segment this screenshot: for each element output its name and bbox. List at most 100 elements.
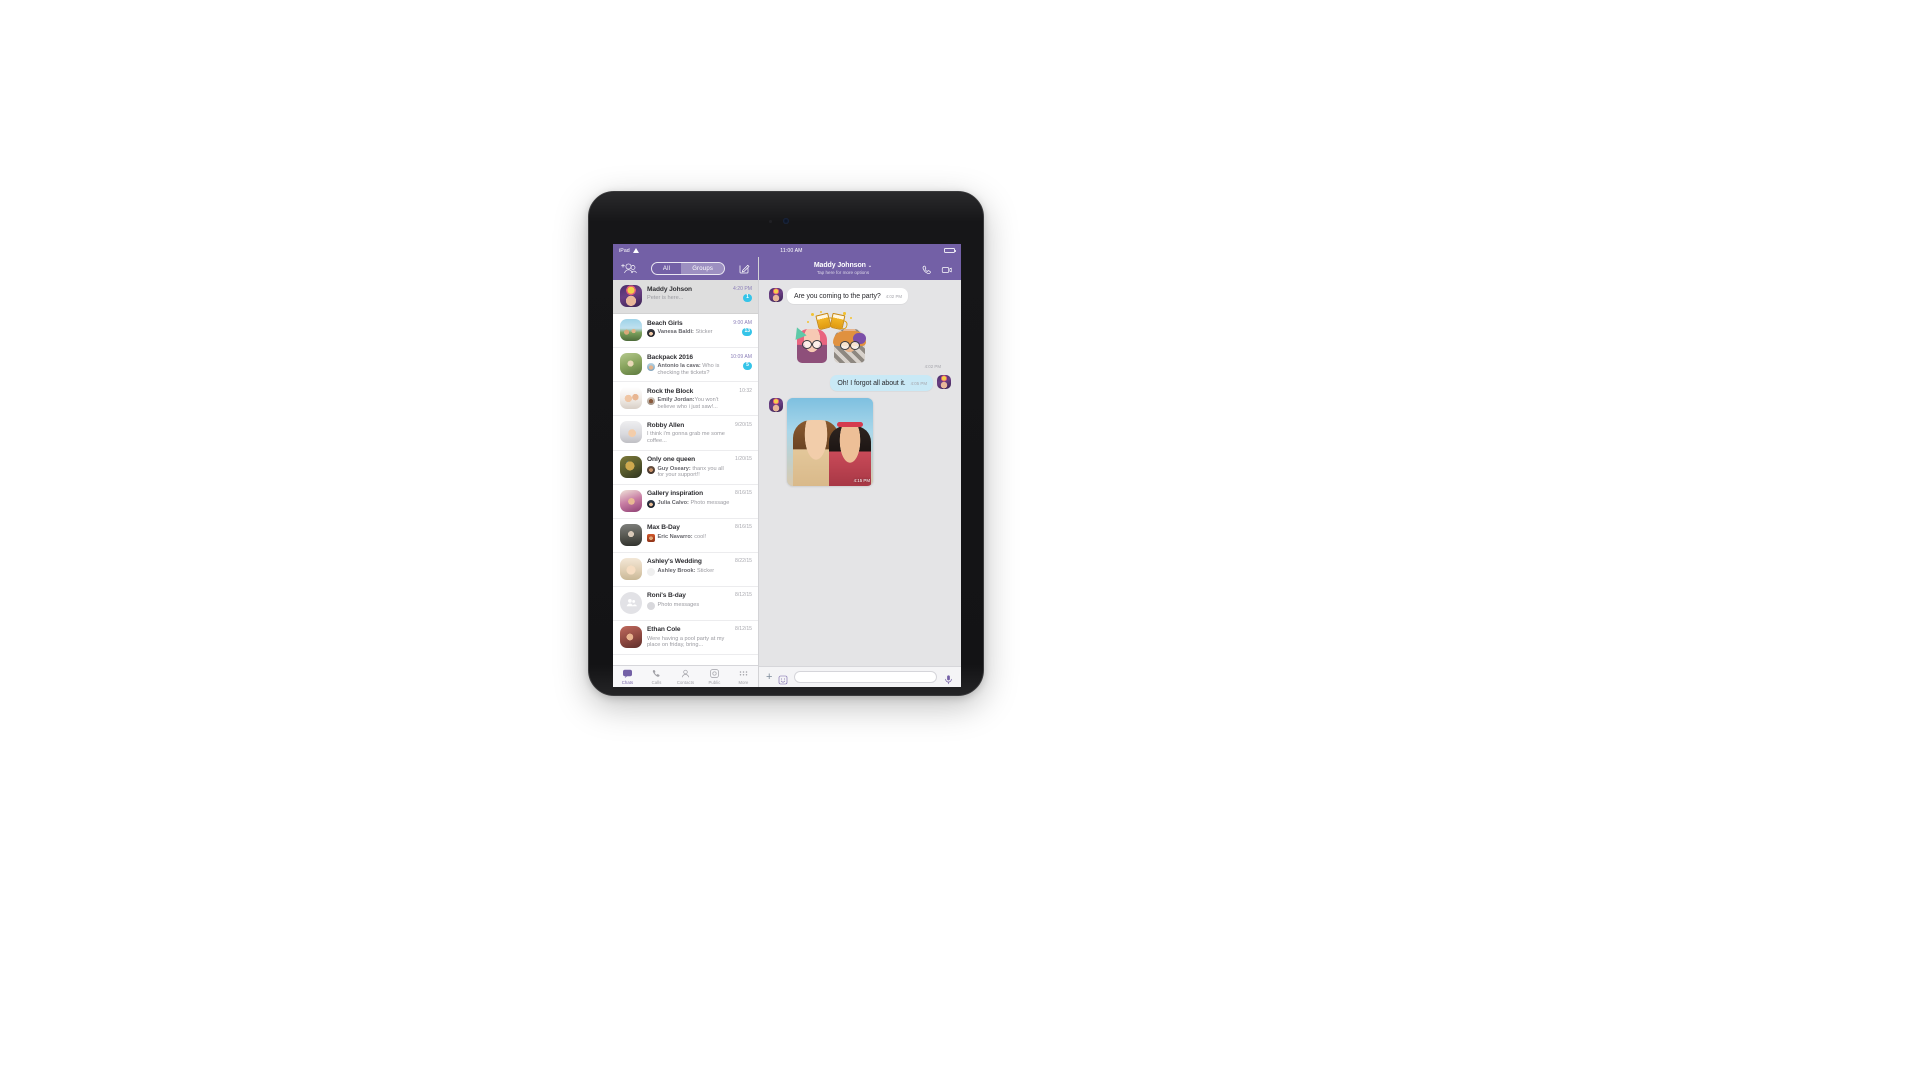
chat-snippet: Antonio la cava: Who is checking the tic… (658, 363, 726, 376)
chat-snippet-text: cool! (692, 533, 707, 540)
conversation-pane: Maddy Johnson ⌄ Tap here for more option… (759, 257, 961, 687)
conversation-header[interactable]: Maddy Johnson ⌄ Tap here for more option… (769, 262, 921, 275)
avatar (620, 557, 642, 580)
sticker-character-girl (791, 325, 829, 363)
bottom-tab-bar[interactable]: Chats Calls Contacts Public More (613, 665, 758, 687)
more-dots-icon (738, 668, 749, 679)
chat-timestamp: 4:20 PM (733, 285, 752, 292)
chat-list-item[interactable]: Only one queen Guy Oseary: thanx you all… (613, 450, 758, 485)
public-accounts-icon (709, 668, 720, 679)
avatar (620, 319, 642, 341)
message-row: 4:15 PM (769, 398, 951, 486)
chat-snippet-sender: Guy Oseary: (657, 465, 691, 472)
tab-contacts[interactable]: Contacts (671, 668, 700, 685)
message-timestamp: 4:05 PM (910, 380, 927, 386)
sender-avatar (647, 534, 655, 543)
message-row: 4:02 PM (787, 311, 951, 369)
unread-badge: 13 (742, 327, 752, 336)
chat-name: Beach Girls (647, 319, 683, 327)
chat-list-item[interactable]: Beach Girls Vanesa Baldi: Sticker 9:00 A… (613, 314, 758, 348)
tab-calls[interactable]: Calls (642, 668, 671, 685)
tab-more[interactable]: More (729, 668, 758, 685)
battery-icon (944, 247, 956, 254)
tab-label: Chats (621, 680, 634, 685)
message-bubble-incoming[interactable]: Are you coming to the party? 4:02 PM (787, 288, 909, 304)
message-timestamp: 4:02 PM (885, 293, 903, 299)
chat-list-item[interactable]: Ashley's Wedding Ashley Brook: Sticker 8… (613, 552, 758, 587)
app-body: All Groups Maddy Johson Peter is here...… (613, 257, 961, 687)
beer-mug-icon (829, 312, 846, 331)
chat-name: Max B-Day (647, 524, 680, 532)
chat-list-item[interactable]: Rock the Block Emily Jordan:You won't be… (613, 382, 758, 417)
ipad-screen: iPad 11:00 AM All Groups Maddy Johson Pe… (613, 244, 961, 687)
segment-groups[interactable]: Groups (681, 263, 725, 274)
tab-chats[interactable]: Chats (613, 668, 642, 685)
message-timestamp: 4:02 PM (924, 364, 941, 369)
chat-name: Roni's B-day (647, 592, 686, 600)
chat-list-item[interactable]: Gallery inspiration Julia Calvo: Photo m… (613, 484, 758, 519)
sender-avatar (647, 465, 655, 474)
status-bar-left: iPad (619, 248, 639, 254)
chat-list[interactable]: Maddy Johson Peter is here... 4:20 PM 1 (613, 280, 758, 665)
chat-snippet-sender: Antonio la cava: (657, 363, 701, 369)
sticker-character-boy (833, 329, 866, 363)
chat-snippet: Were having a pool party at my place on … (647, 635, 725, 649)
avatar (620, 455, 642, 478)
message-input-bar: + (759, 666, 961, 687)
chat-list-item[interactable]: Roni's B-day Photo messages 8/12/15 (613, 586, 758, 621)
glasses-icon (840, 341, 860, 350)
conversation-actions (921, 263, 953, 275)
phone-call-icon[interactable] (921, 263, 933, 275)
status-bar-clock: 11:00 AM (780, 247, 803, 254)
chat-bubble-icon (622, 668, 633, 679)
sender-avatar (647, 363, 655, 372)
sticker-picker-icon[interactable] (778, 672, 788, 685)
group-avatar-icon (620, 592, 642, 614)
avatar (620, 489, 642, 512)
avatar (620, 387, 642, 410)
tab-label: Contacts (676, 680, 695, 685)
chat-list-item[interactable]: Backpack 2016 Antonio la cava: Who is ch… (613, 348, 758, 383)
chat-timestamp: 8/22/15 (735, 558, 752, 565)
chat-list-item[interactable]: Robby Allen I think i'm gonna grab me so… (613, 416, 758, 451)
microphone-icon[interactable] (943, 672, 954, 684)
chat-snippet-sender: Julia Calvo: (657, 499, 689, 506)
chat-timestamp: 10:09 AM (730, 353, 752, 360)
chat-timestamp: 8/12/15 (735, 592, 752, 599)
avatar (620, 285, 642, 307)
avatar (769, 398, 783, 412)
chat-snippet-sender: Vanesa Baldi: (657, 329, 694, 335)
message-list[interactable]: Are you coming to the party? 4:02 PM 4:0… (759, 280, 961, 666)
message-row: Are you coming to the party? 4:02 PM (769, 288, 951, 304)
compose-icon[interactable] (738, 262, 751, 275)
chat-timestamp: 9/20/15 (735, 421, 752, 428)
message-bubble-outgoing[interactable]: Oh! I forgot all about it. 4:05 PM (830, 375, 933, 391)
chat-snippet: Julia Calvo: Photo message (658, 500, 731, 507)
cheers-beer-sticker[interactable] (787, 311, 873, 363)
chat-snippet-sender: Eric Navarro: (657, 533, 693, 540)
sender-avatar (647, 602, 655, 611)
add-attachment-icon[interactable]: + (766, 671, 772, 683)
chat-list-item[interactable]: Max B-Day Eric Navarro: cool! 8/16/15 (613, 518, 758, 553)
chat-snippet: Eric Navarro: cool! (658, 534, 731, 541)
sender-avatar (647, 500, 655, 509)
add-contact-icon[interactable] (620, 262, 638, 275)
chat-filter-segmented-control[interactable]: All Groups (650, 262, 726, 275)
tab-public[interactable]: Public (700, 668, 729, 685)
chat-snippet: Peter is here... (647, 295, 684, 301)
unread-badge: 1 (743, 293, 752, 302)
unread-badge: 5 (743, 361, 752, 370)
message-input[interactable] (794, 671, 937, 683)
segment-all[interactable]: All (652, 263, 681, 274)
conversation-subtitle: Tap here for more options (816, 269, 870, 275)
chat-timestamp: 8/16/15 (735, 524, 752, 531)
tab-label: Calls (651, 680, 662, 685)
two-friends-selfie-photo[interactable]: 4:15 PM (787, 398, 873, 486)
chat-list-navbar: All Groups (613, 257, 758, 280)
chat-snippet-sender: Ashley Brook: (657, 567, 696, 574)
phone-icon (651, 668, 662, 679)
chat-list-item[interactable]: Ethan Cole Were having a pool party at m… (613, 620, 758, 655)
avatar (620, 591, 642, 614)
video-call-icon[interactable] (941, 263, 953, 275)
chat-list-item[interactable]: Maddy Johson Peter is here... 4:20 PM 1 (613, 280, 758, 314)
